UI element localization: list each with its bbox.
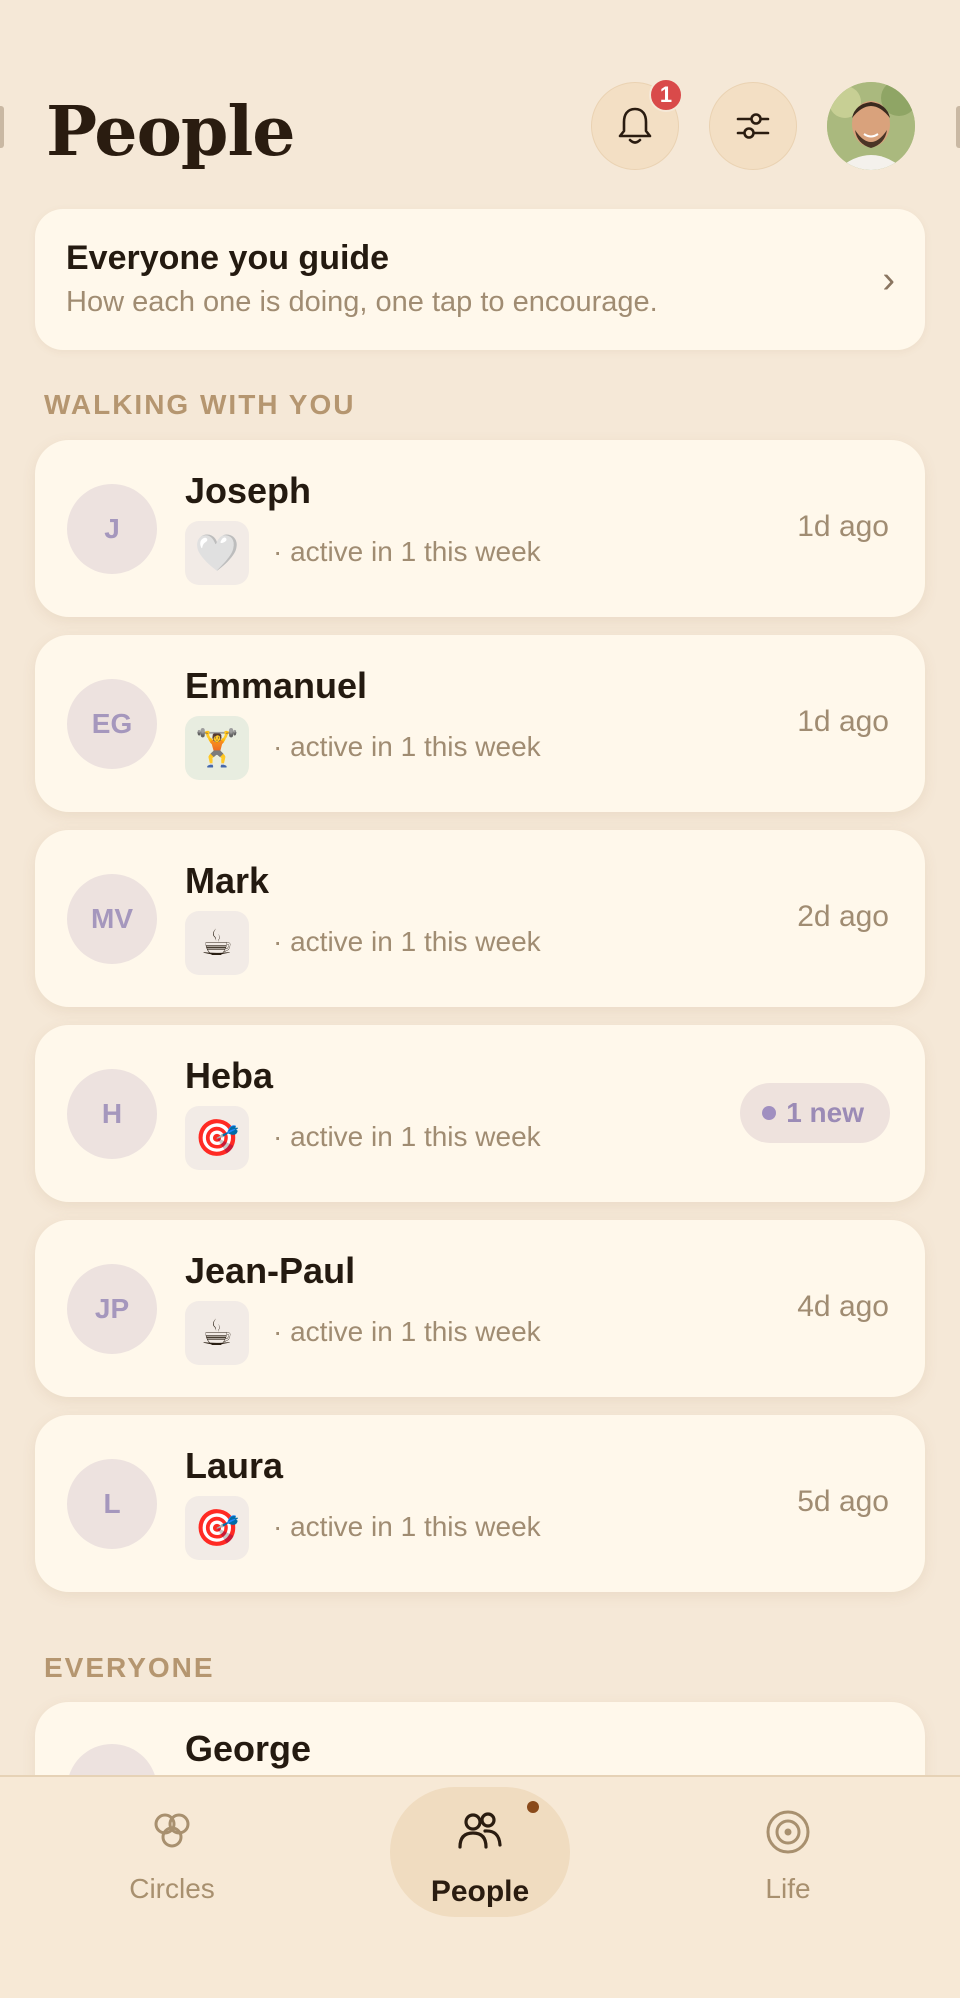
- guide-card-title: Everyone you guide: [66, 239, 390, 277]
- bottom-navigation: Circles People Life: [0, 1775, 960, 1998]
- section-label-walking: WALKING WITH YOU: [44, 389, 356, 420]
- white-heart-icon: 🤍: [185, 521, 249, 585]
- target-icon: [766, 1810, 810, 1854]
- last-seen: 1d ago: [797, 705, 889, 738]
- sliders-icon: [736, 113, 770, 139]
- target-dart-icon: 🎯: [185, 1106, 249, 1170]
- last-seen: 2d ago: [797, 900, 889, 933]
- people-scroll-area[interactable]: People 1 Everyone you guide How each one…: [0, 0, 960, 1776]
- edge-indicator: [0, 106, 4, 148]
- activity-text: · active in 1 this week: [273, 1121, 541, 1152]
- everyone-you-guide-card[interactable]: Everyone you guide How each one is doing…: [35, 209, 925, 350]
- avatar-initials: JP: [67, 1264, 157, 1354]
- nav-label-people: People: [430, 1875, 530, 1908]
- person-card-george[interactable]: GS George: [35, 1702, 925, 1776]
- last-seen: 5d ago: [797, 1485, 889, 1518]
- nav-tab-life[interactable]: Life: [668, 1777, 908, 1917]
- target-dart-icon: 🎯: [185, 1496, 249, 1560]
- person-card-emmanuel[interactable]: EG Emmanuel 🏋️ · active in 1 this week 1…: [35, 635, 925, 812]
- last-seen: 1d ago: [797, 510, 889, 543]
- notification-badge: 1: [649, 78, 683, 112]
- person-name: Joseph: [185, 470, 312, 511]
- person-card-mark[interactable]: MV Mark ☕ · active in 1 this week 2d ago: [35, 830, 925, 1007]
- nav-tab-people[interactable]: People: [360, 1777, 600, 1917]
- new-badge-label: 1 new: [786, 1097, 864, 1128]
- profile-avatar[interactable]: [827, 82, 915, 170]
- bell-icon: [618, 107, 652, 144]
- activity-text: · active in 1 this week: [273, 536, 541, 567]
- three-circles-icon: [154, 1813, 190, 1848]
- chevron-right-icon: ›: [882, 259, 895, 301]
- new-dot-icon: [762, 1106, 777, 1120]
- coffee-icon: ☕: [185, 911, 249, 975]
- last-seen: 4d ago: [797, 1290, 889, 1323]
- activity-text: · active in 1 this week: [273, 731, 541, 762]
- person-card-joseph[interactable]: J Joseph 🤍 · active in 1 this week 1d ag…: [35, 440, 925, 617]
- person-card-jean-paul[interactable]: JP Jean-Paul ☕ · active in 1 this week 4…: [35, 1220, 925, 1397]
- nav-label-life: Life: [765, 1873, 811, 1904]
- avatar-image: [827, 82, 915, 170]
- person-card-laura[interactable]: L Laura 🎯 · active in 1 this week 5d ago: [35, 1415, 925, 1592]
- person-name: Mark: [185, 860, 270, 901]
- new-updates-badge[interactable]: 1 new: [740, 1083, 890, 1143]
- person-name: Heba: [185, 1055, 274, 1096]
- person-name: Emmanuel: [185, 665, 368, 706]
- avatar-initials: L: [67, 1459, 157, 1549]
- nav-tab-circles[interactable]: Circles: [52, 1777, 292, 1917]
- activity-text: · active in 1 this week: [273, 926, 541, 957]
- person-name: Jean-Paul: [185, 1250, 356, 1291]
- activity-text: · active in 1 this week: [273, 1316, 541, 1347]
- edge-indicator: [956, 106, 960, 148]
- person-card-heba[interactable]: H Heba 🎯 · active in 1 this week 1 new: [35, 1025, 925, 1202]
- avatar-initials: J: [67, 484, 157, 574]
- avatar-initials: MV: [67, 874, 157, 964]
- avatar-initials: H: [67, 1069, 157, 1159]
- coffee-icon: ☕: [185, 1301, 249, 1365]
- activity-text: · active in 1 this week: [273, 1511, 541, 1542]
- section-label-everyone: EVERYONE: [44, 1652, 215, 1683]
- person-name: George: [185, 1728, 312, 1769]
- header: People 1: [0, 0, 960, 200]
- weightlifter-icon: 🏋️: [185, 716, 249, 780]
- filter-button[interactable]: [709, 82, 797, 170]
- nav-label-circles: Circles: [129, 1873, 215, 1904]
- avatar-initials: GS: [67, 1744, 157, 1776]
- people-icon: [458, 1812, 502, 1849]
- person-name: Laura: [185, 1445, 284, 1486]
- guide-card-subtitle: How each one is doing, one tap to encour…: [66, 286, 658, 318]
- avatar-initials: EG: [67, 679, 157, 769]
- page-title: People: [46, 92, 296, 172]
